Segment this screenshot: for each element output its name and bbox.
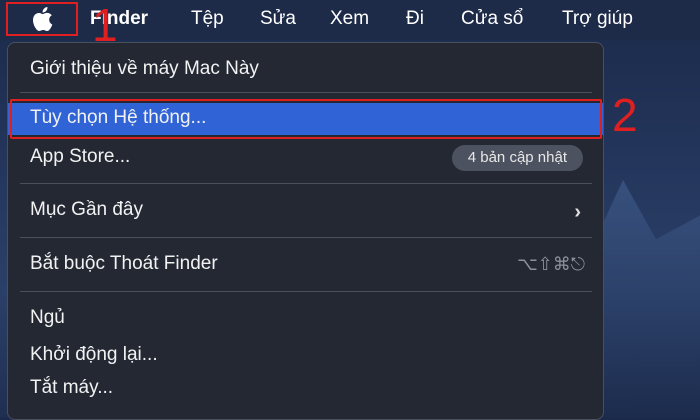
menu-item-label: Mục Gần đây xyxy=(30,199,143,220)
menu-item-shutdown[interactable]: Tắt máy... xyxy=(8,373,603,405)
chevron-right-icon: › xyxy=(574,201,581,223)
keyboard-shortcut: ⌥⇧⌘⎋ xyxy=(516,254,585,275)
menu-item-label: Giới thiệu về máy Mac Này xyxy=(30,58,259,79)
menu-item-recent-items[interactable]: Mục Gần đây › xyxy=(8,195,603,227)
apple-dropdown-menu: Giới thiệu về máy Mac Này Tùy chọn Hệ th… xyxy=(7,42,604,420)
menu-item-about-this-mac[interactable]: Giới thiệu về máy Mac Này xyxy=(8,54,603,86)
separator xyxy=(20,291,592,292)
menu-item-label: App Store... xyxy=(30,146,131,167)
menu-item-sleep[interactable]: Ngủ xyxy=(8,303,603,335)
menu-item-label: Bắt buộc Thoát Finder xyxy=(30,253,218,274)
separator xyxy=(20,92,592,93)
menu-view[interactable]: Xem xyxy=(330,8,369,30)
desktop-wallpaper xyxy=(590,180,700,417)
apple-menu-button[interactable] xyxy=(6,2,78,36)
menu-item-label: Ngủ xyxy=(30,307,65,328)
menu-window[interactable]: Cửa sổ xyxy=(461,8,523,30)
separator xyxy=(20,237,592,238)
menu-item-app-store[interactable]: App Store... 4 bản cập nhật xyxy=(8,142,603,174)
annotation-highlight-frame xyxy=(10,99,602,139)
apple-icon xyxy=(33,7,53,32)
menu-item-restart[interactable]: Khởi động lại... xyxy=(8,340,603,372)
menu-edit[interactable]: Sửa xyxy=(260,8,296,30)
menu-item-force-quit[interactable]: Bắt buộc Thoát Finder ⌥⇧⌘⎋ xyxy=(8,249,603,281)
menu-item-label: Khởi động lại... xyxy=(30,344,158,365)
menu-file[interactable]: Tệp xyxy=(191,8,224,30)
updates-badge: 4 bản cập nhật xyxy=(451,145,583,171)
annotation-step-2: 2 xyxy=(612,89,638,141)
menu-go[interactable]: Đi xyxy=(406,8,424,30)
separator xyxy=(20,183,592,184)
menu-help[interactable]: Trợ giúp xyxy=(562,8,633,30)
menu-item-label: Tắt máy... xyxy=(30,377,114,398)
